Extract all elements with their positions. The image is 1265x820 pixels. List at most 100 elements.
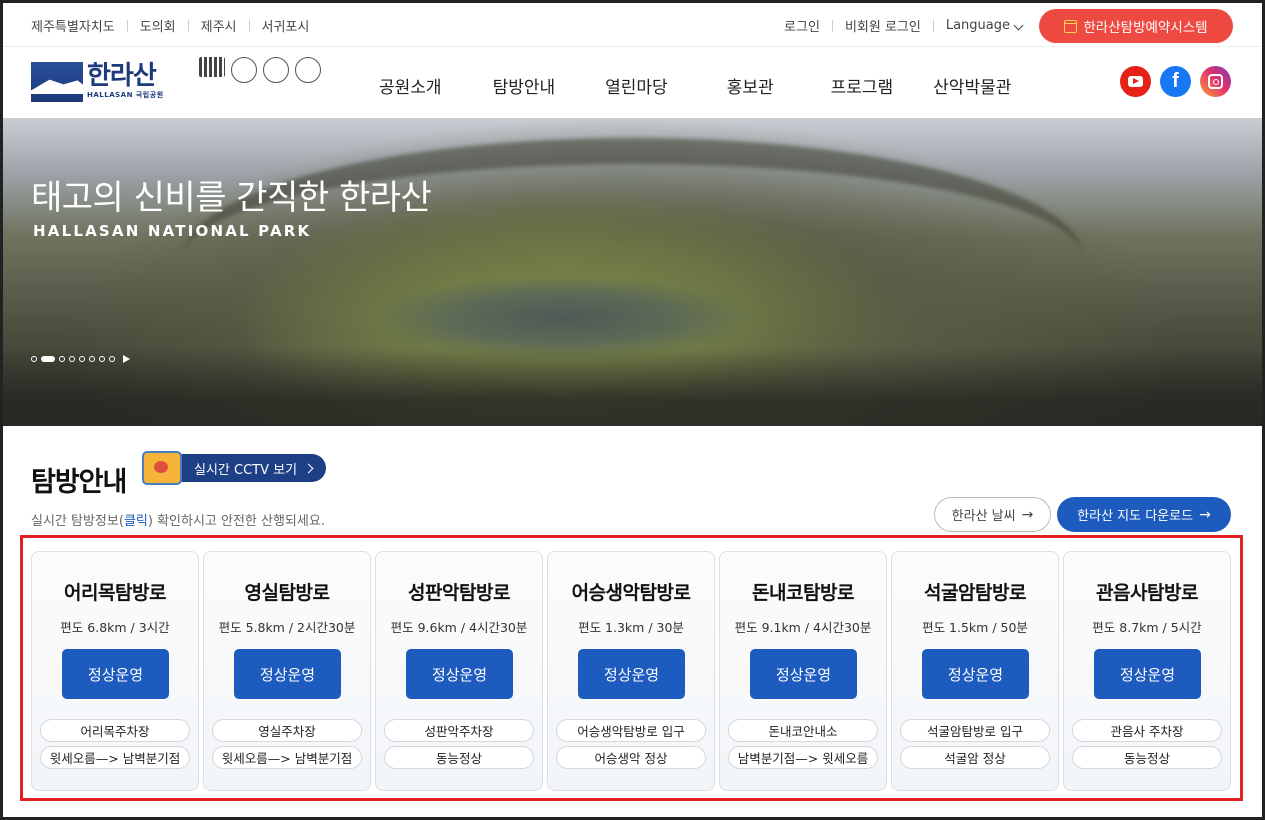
- trail-status-button[interactable]: 정상운영: [62, 649, 169, 699]
- chevron-right-icon: [303, 463, 314, 473]
- trail-distance: 편도 9.1km / 4시간30분: [734, 620, 872, 635]
- sns-links: f: [1120, 66, 1231, 97]
- trail-point: 돈내코안내소: [728, 719, 878, 742]
- trail-status-button[interactable]: 정상운영: [750, 649, 857, 699]
- slide-dot[interactable]: [69, 356, 75, 362]
- trail-name: 석굴암탐방로: [924, 582, 1026, 604]
- cctv-link[interactable]: 실시간 CCTV 보기: [142, 451, 327, 485]
- hero-banner: 태고의 신비를 간직한 한라산 HALLASAN NATIONAL PARK: [3, 118, 1262, 426]
- trail-status-panel: 어리목탐방로 편도 6.8km / 3시간 정상운영 어리목주차장 윗세오름—>…: [20, 535, 1243, 801]
- realtime-info-link[interactable]: 클릭: [124, 514, 148, 529]
- unesco-icon: [199, 57, 225, 77]
- reservation-button[interactable]: 한라산탐방예약시스템: [1039, 9, 1233, 43]
- play-icon[interactable]: [123, 355, 130, 363]
- cctv-label: 실시간 CCTV 보기: [194, 462, 298, 478]
- facebook-icon[interactable]: f: [1160, 66, 1191, 97]
- trail-card[interactable]: 어리목탐방로 편도 6.8km / 3시간 정상운영 어리목주차장 윗세오름—>…: [31, 551, 199, 791]
- trail-point: 윗세오름—> 남벽분기점: [40, 746, 190, 769]
- trail-distance: 편도 8.7km / 5시간: [1092, 620, 1202, 635]
- trail-point: 석굴암 정상: [900, 746, 1050, 769]
- slide-dot[interactable]: [109, 356, 115, 362]
- hero-title: 태고의 신비를 간직한 한라산: [31, 178, 432, 218]
- trail-point: 석굴암탐방로 입구: [900, 719, 1050, 742]
- calendar-icon: [1064, 19, 1078, 33]
- nav-visit-guide[interactable]: 탐방안내: [493, 73, 556, 98]
- trail-point: 동능정상: [1072, 746, 1222, 769]
- link-jeju-city[interactable]: 제주시: [201, 16, 237, 35]
- trail-point: 성판악주차장: [384, 719, 534, 742]
- mountain-logo-icon: [31, 62, 83, 102]
- trail-status-button[interactable]: 정상운영: [578, 649, 685, 699]
- youtube-icon[interactable]: [1120, 66, 1151, 97]
- world-heritage-icon: [231, 57, 257, 83]
- trail-status-button[interactable]: 정상운영: [234, 649, 341, 699]
- trail-card[interactable]: 영실탐방로 편도 5.8km / 2시간30분 정상운영 영실주차장 윗세오름—…: [203, 551, 371, 791]
- hero-shade: [3, 348, 1262, 426]
- trail-card[interactable]: 어승생악탐방로 편도 1.3km / 30분 정상운영 어승생악탐방로 입구 어…: [547, 551, 715, 791]
- trail-card[interactable]: 돈내코탐방로 편도 9.1km / 4시간30분 정상운영 돈내코안내소 남벽분…: [719, 551, 887, 791]
- trail-distance: 편도 1.5km / 50분: [922, 620, 1028, 635]
- desc-text: 실시간 탐방정보(: [31, 514, 124, 529]
- geopark-icon: [295, 57, 321, 83]
- arrow-right-icon: →: [1199, 506, 1211, 523]
- utility-bar: 제주특별자치도 도의회 제주시 서귀포시 로그인 비회원 로그인 Languag…: [3, 3, 1262, 47]
- guest-login-link[interactable]: 비회원 로그인: [845, 16, 921, 35]
- trail-distance: 편도 1.3km / 30분: [578, 620, 684, 635]
- nav-museum[interactable]: 산악박물관: [933, 73, 1011, 98]
- slide-dot[interactable]: [31, 356, 37, 362]
- trail-name: 성판악탐방로: [408, 582, 510, 604]
- language-select[interactable]: Language: [945, 18, 1024, 33]
- cctv-button[interactable]: 실시간 CCTV 보기: [176, 454, 327, 482]
- trail-distance: 편도 5.8km / 2시간30분: [218, 620, 356, 635]
- trail-point: 윗세오름—> 남벽분기점: [212, 746, 362, 769]
- divider: [932, 19, 934, 32]
- trail-name: 관음사탐방로: [1096, 582, 1198, 604]
- nav-park-intro[interactable]: 공원소개: [379, 73, 442, 98]
- divider: [187, 19, 189, 32]
- slide-dot[interactable]: [41, 356, 55, 362]
- biosphere-icon: [263, 57, 289, 83]
- link-jeju-province[interactable]: 제주특별자치도: [31, 16, 115, 35]
- slide-dot[interactable]: [99, 356, 105, 362]
- trail-point: 관음사 주차장: [1072, 719, 1222, 742]
- login-link[interactable]: 로그인: [784, 16, 820, 35]
- link-seogwipo-city[interactable]: 서귀포시: [262, 16, 310, 35]
- tv-icon: [142, 451, 182, 485]
- nav-program[interactable]: 프로그램: [831, 73, 894, 98]
- nav-pr-hall[interactable]: 홍보관: [727, 73, 774, 98]
- trail-point: 동능정상: [384, 746, 534, 769]
- arrow-right-icon: →: [1021, 506, 1034, 523]
- trail-card[interactable]: 석굴암탐방로 편도 1.5km / 50분 정상운영 석굴암탐방로 입구 석굴암…: [891, 551, 1059, 791]
- trail-card[interactable]: 관음사탐방로 편도 8.7km / 5시간 정상운영 관음사 주차장 동능정상: [1063, 551, 1231, 791]
- desc-text-end: ) 확인하시고 안전한 산행되세요.: [147, 514, 325, 529]
- instagram-icon[interactable]: [1200, 66, 1231, 97]
- logo-korean: 한라산: [87, 61, 157, 91]
- trail-distance: 편도 6.8km / 3시간: [60, 620, 170, 635]
- slide-dot[interactable]: [79, 356, 85, 362]
- trail-status-button[interactable]: 정상운영: [1094, 649, 1201, 699]
- hero-subtitle: HALLASAN NATIONAL PARK: [33, 222, 312, 240]
- hallasan-logo[interactable]: 한라산 HALLASAN 국립공원: [31, 62, 177, 104]
- trail-name: 어승생악탐방로: [571, 582, 691, 604]
- trail-name: 어리목탐방로: [64, 582, 166, 604]
- chevron-down-icon: [1013, 20, 1024, 31]
- site-links: 제주특별자치도 도의회 제주시 서귀포시: [31, 16, 309, 35]
- section-description: 실시간 탐방정보(클릭) 확인하시고 안전한 산행되세요.: [31, 510, 325, 529]
- trail-card[interactable]: 성판악탐방로 편도 9.6km / 4시간30분 정상운영 성판악주차장 동능정…: [375, 551, 543, 791]
- trail-distance: 편도 9.6km / 4시간30분: [390, 620, 528, 635]
- weather-button[interactable]: 한라산 날씨 →: [934, 497, 1051, 532]
- slide-dot[interactable]: [59, 356, 65, 362]
- nav-open-forum[interactable]: 열린마당: [605, 73, 668, 98]
- trail-point: 어리목주차장: [40, 719, 190, 742]
- site-header: 한라산 HALLASAN 국립공원 공원소개 탐방안내 열린마당 홍보관 프로그…: [3, 47, 1262, 118]
- map-download-button[interactable]: 한라산 지도 다운로드 →: [1057, 497, 1231, 532]
- divider: [126, 19, 128, 32]
- language-label: Language: [945, 18, 1010, 33]
- link-council[interactable]: 도의회: [140, 16, 176, 35]
- trail-point: 남벽분기점—> 윗세오름: [728, 746, 878, 769]
- map-download-label: 한라산 지도 다운로드: [1077, 509, 1194, 524]
- slide-pagination: [31, 355, 130, 363]
- trail-status-button[interactable]: 정상운영: [922, 649, 1029, 699]
- slide-dot[interactable]: [89, 356, 95, 362]
- trail-status-button[interactable]: 정상운영: [406, 649, 513, 699]
